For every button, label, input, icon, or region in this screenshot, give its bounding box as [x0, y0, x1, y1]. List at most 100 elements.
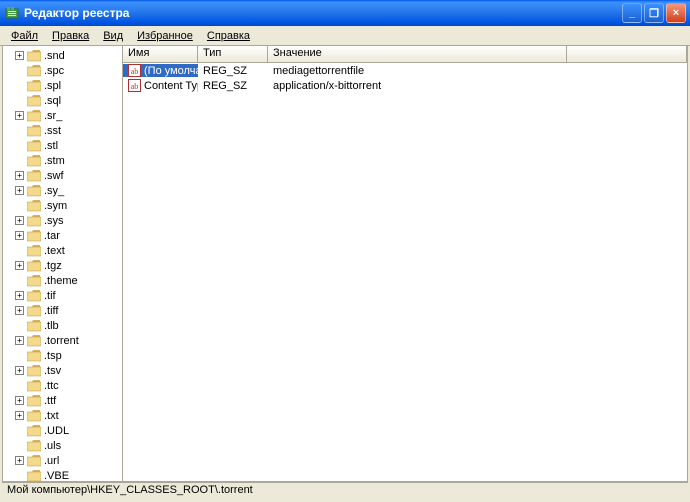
folder-icon	[27, 65, 41, 77]
folder-icon	[27, 260, 41, 272]
tree-node-label: .tlb	[44, 320, 59, 332]
tree-node-label: .spc	[44, 65, 64, 77]
tree-node[interactable]: + .tgz	[15, 258, 122, 273]
expand-toggle-icon[interactable]: +	[15, 336, 24, 345]
column-header-value[interactable]: Значение	[268, 46, 567, 62]
expand-toggle-icon[interactable]: +	[15, 396, 24, 405]
expand-toggle-icon[interactable]: +	[15, 51, 24, 60]
tree-node[interactable]: .spl	[15, 78, 122, 93]
tree-node[interactable]: .uls	[15, 438, 122, 453]
folder-icon	[27, 215, 41, 227]
expand-toggle-icon[interactable]: +	[15, 366, 24, 375]
tree-node-label: .sys	[44, 215, 64, 227]
statusbar: Мой компьютер\HKEY_CLASSES_ROOT\.torrent	[2, 482, 688, 500]
tree-node-label: .snd	[44, 50, 65, 62]
list-row[interactable]: ab(По умолчанию)REG_SZmediagettorrentfil…	[123, 63, 687, 78]
tree-node-label: .uls	[44, 440, 61, 452]
maximize-button[interactable]: ❐	[644, 3, 664, 23]
window-controls: _ ❐ ×	[622, 3, 686, 23]
window-title: Редактор реестра	[24, 6, 622, 20]
expand-toggle-icon[interactable]: +	[15, 411, 24, 420]
menu-help[interactable]: Справка	[200, 28, 257, 44]
tree-node[interactable]: .spc	[15, 63, 122, 78]
tree-node-label: .tsv	[44, 365, 61, 377]
list-header: Имя Тип Значение	[123, 46, 687, 63]
tree-node[interactable]: + .txt	[15, 408, 122, 423]
folder-icon	[27, 440, 41, 452]
tree-node-label: .VBE	[44, 470, 69, 482]
tree-node-label: .tgz	[44, 260, 62, 272]
tree-pane[interactable]: +.snd.spc.spl.sql+.sr_.sst.stl.stm+.swf+…	[3, 46, 123, 481]
tree-node[interactable]: .sym	[15, 198, 122, 213]
tree-node[interactable]: + .tiff	[15, 303, 122, 318]
tree-node[interactable]: + .sr_	[15, 108, 122, 123]
tree-node[interactable]: + .torrent	[15, 333, 122, 348]
tree-node[interactable]: +.sy_	[15, 183, 122, 198]
expand-toggle-icon[interactable]: +	[15, 111, 24, 120]
expand-toggle-icon[interactable]: +	[15, 456, 24, 465]
column-header-spacer[interactable]	[567, 46, 687, 62]
tree-node-label: .sr_	[44, 110, 62, 122]
tree-node-label: .txt	[44, 410, 59, 422]
close-button[interactable]: ×	[666, 3, 686, 23]
expand-toggle-icon[interactable]: +	[15, 291, 24, 300]
column-header-name[interactable]: Имя	[123, 46, 198, 62]
menu-edit[interactable]: Правка	[45, 28, 96, 44]
tree-node[interactable]: + .snd	[15, 48, 122, 63]
tree-node-label: .stl	[44, 140, 58, 152]
menu-favorites[interactable]: Избранное	[130, 28, 200, 44]
tree-node[interactable]: .ttc	[15, 378, 122, 393]
tree-node-label: .tiff	[44, 305, 58, 317]
titlebar[interactable]: Редактор реестра _ ❐ ×	[0, 0, 690, 26]
tree-node-label: .ttf	[44, 395, 56, 407]
cell-name: ab(По умолчанию)	[123, 64, 198, 77]
expand-toggle-icon[interactable]: +	[15, 261, 24, 270]
cell-type: REG_SZ	[198, 80, 268, 92]
minimize-button[interactable]: _	[622, 3, 642, 23]
tree-node[interactable]: .UDL	[15, 423, 122, 438]
value-name-label: (По умолчанию)	[144, 65, 198, 77]
menubar: Файл Правка Вид Избранное Справка	[0, 26, 690, 46]
folder-icon	[27, 425, 41, 437]
column-header-type[interactable]: Тип	[198, 46, 268, 62]
statusbar-path: Мой компьютер\HKEY_CLASSES_ROOT\.torrent	[7, 484, 253, 496]
tree-node-label: .sql	[44, 95, 61, 107]
tree-node[interactable]: + .sys	[15, 213, 122, 228]
folder-icon	[27, 95, 41, 107]
list-row[interactable]: abContent TypeREG_SZapplication/x-bittor…	[123, 78, 687, 93]
tree-node[interactable]: +.tar	[15, 228, 122, 243]
tree-node-label: .ttc	[44, 380, 59, 392]
tree-node[interactable]: .tsp	[15, 348, 122, 363]
folder-icon	[27, 170, 41, 182]
expand-toggle-icon[interactable]: +	[15, 216, 24, 225]
tree-node-label: .url	[44, 455, 59, 467]
tree-node[interactable]: + .tsv	[15, 363, 122, 378]
folder-icon	[27, 335, 41, 347]
expand-toggle-icon[interactable]: +	[15, 231, 24, 240]
tree-node[interactable]: + .ttf	[15, 393, 122, 408]
tree-node[interactable]: .tlb	[15, 318, 122, 333]
folder-icon	[27, 470, 41, 482]
tree-node[interactable]: .theme	[15, 273, 122, 288]
menu-view[interactable]: Вид	[96, 28, 130, 44]
expand-toggle-icon[interactable]: +	[15, 186, 24, 195]
expand-toggle-icon[interactable]: +	[15, 171, 24, 180]
folder-icon	[27, 50, 41, 62]
tree-node-label: .sst	[44, 125, 61, 137]
tree-node[interactable]: .sst	[15, 123, 122, 138]
list-body[interactable]: ab(По умолчанию)REG_SZmediagettorrentfil…	[123, 63, 687, 481]
tree-node[interactable]: .stl	[15, 138, 122, 153]
tree-node[interactable]: .text	[15, 243, 122, 258]
tree-node[interactable]: .stm	[15, 153, 122, 168]
tree-node[interactable]: .VBE	[15, 468, 122, 481]
tree-node[interactable]: +.tif	[15, 288, 122, 303]
tree-node-label: .torrent	[44, 335, 79, 347]
value-name-label: Content Type	[144, 80, 198, 92]
menu-file[interactable]: Файл	[4, 28, 45, 44]
tree-node-label: .stm	[44, 155, 65, 167]
tree-node[interactable]: +.swf	[15, 168, 122, 183]
tree-node[interactable]: .sql	[15, 93, 122, 108]
tree-node[interactable]: + .url	[15, 453, 122, 468]
folder-icon	[27, 185, 41, 197]
expand-toggle-icon[interactable]: +	[15, 306, 24, 315]
